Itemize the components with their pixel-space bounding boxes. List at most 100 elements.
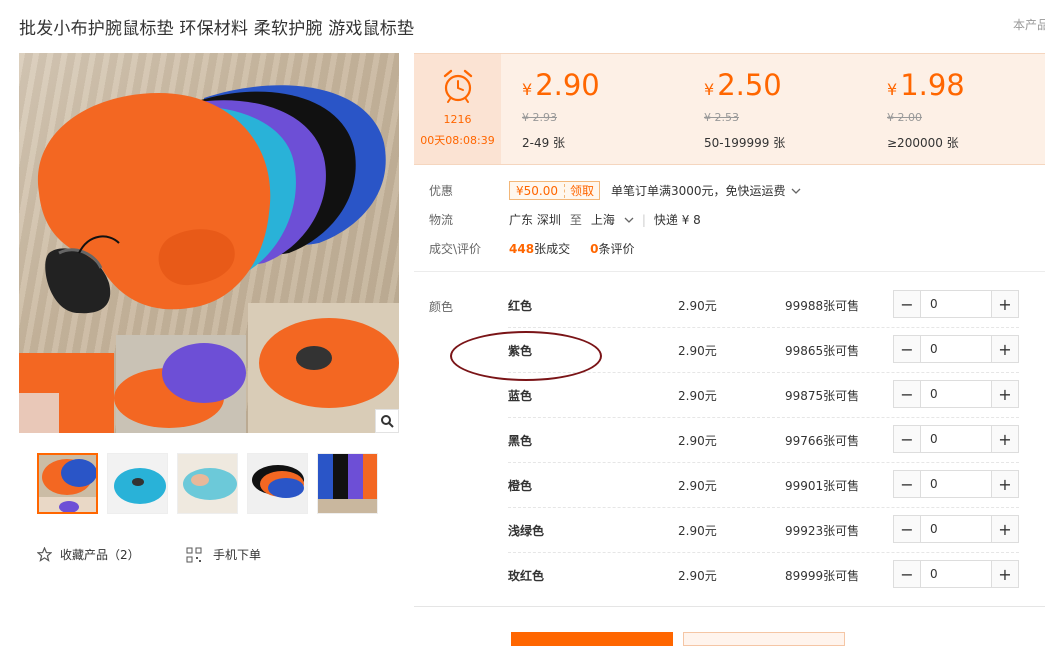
tier-price: 2.90: [535, 68, 600, 102]
quantity-input[interactable]: 0: [921, 381, 991, 407]
favorite-label: 收藏产品（2）: [60, 548, 140, 562]
sku-price: 2.90元: [678, 569, 717, 583]
sku-price: 2.90元: [678, 479, 717, 493]
tier-old-price: ¥ 2.93: [522, 111, 557, 124]
quantity-stepper: − 0 +: [893, 470, 1019, 498]
thumbnail-2[interactable]: [107, 453, 168, 514]
alarm-clock-icon: [443, 69, 472, 103]
thumbnail-3[interactable]: [177, 453, 238, 514]
plus-icon[interactable]: +: [991, 291, 1018, 317]
thumbnail-1[interactable]: [37, 453, 98, 514]
tier-old-price: ¥ 2.53: [704, 111, 739, 124]
add-to-cart-button[interactable]: [683, 632, 845, 646]
sku-row: 浅绿色 2.90元 99923张可售 − 0 +: [508, 508, 1019, 553]
zoom-icon: [381, 415, 394, 428]
sku-row: 蓝色 2.90元 99875张可售 − 0 +: [508, 373, 1019, 418]
minus-icon[interactable]: −: [894, 516, 921, 542]
deals-count[interactable]: 448: [509, 242, 534, 256]
sku-color: 玫红色: [508, 569, 545, 583]
plus-icon[interactable]: +: [991, 381, 1018, 407]
qr-code-icon: [186, 547, 202, 562]
minus-icon[interactable]: −: [894, 471, 921, 497]
chevron-down-icon[interactable]: [791, 187, 801, 195]
sku-row: 玫红色 2.90元 89999张可售 − 0 +: [508, 553, 1019, 598]
sku-stock: 89999张可售: [785, 569, 860, 583]
sku-row: 橙色 2.90元 99901张可售 − 0 +: [508, 463, 1019, 508]
product-title: 批发小布护腕鼠标垫 环保材料 柔软护腕 游戏鼠标垫: [19, 19, 415, 39]
quantity-stepper: − 0 +: [893, 290, 1019, 318]
quantity-input[interactable]: 0: [921, 291, 991, 317]
coupon-get-button[interactable]: 领取: [565, 182, 599, 199]
discount-label: 优惠: [429, 184, 454, 198]
star-icon: [37, 547, 52, 562]
tier-price: 2.50: [717, 68, 782, 102]
quantity-stepper: − 0 +: [893, 560, 1019, 588]
sales-label: 成交\评价: [429, 242, 482, 256]
sku-color: 橙色: [508, 479, 533, 493]
sku-price: 2.90元: [678, 524, 717, 538]
sales-row: 成交\评价 448 张成交 0 条评价: [429, 240, 634, 257]
plus-icon[interactable]: +: [991, 426, 1018, 452]
coupon[interactable]: ¥50.00 领取: [509, 181, 601, 200]
mobile-order[interactable]: 手机下单: [186, 546, 261, 563]
minus-icon[interactable]: −: [894, 381, 921, 407]
price-bar: 1216 00天08:08:39 ¥2.90 ¥ 2.93 2-49 张 ¥2.…: [414, 53, 1045, 165]
sku-price: 2.90元: [678, 389, 717, 403]
promo-clock: 1216 00天08:08:39: [414, 54, 501, 164]
thumbnail-4[interactable]: [247, 453, 308, 514]
discount-row: 优惠 ¥50.00 领取 单笔订单满3000元，免快运运费: [429, 181, 801, 200]
mobile-order-label: 手机下单: [213, 548, 262, 562]
promo-countdown: 00天08:08:39: [420, 134, 495, 147]
sku-stock: 99865张可售: [785, 344, 860, 358]
plus-icon[interactable]: +: [991, 516, 1018, 542]
zoom-button[interactable]: [375, 409, 399, 433]
price-tier-1: ¥2.90 ¥ 2.93 2-49 张: [522, 68, 600, 150]
minus-icon[interactable]: −: [894, 336, 921, 362]
sku-stock: 99875张可售: [785, 389, 860, 403]
quantity-input[interactable]: 0: [921, 426, 991, 452]
quantity-input[interactable]: 0: [921, 561, 991, 587]
quantity-input[interactable]: 0: [921, 336, 991, 362]
to-word: 至: [569, 213, 582, 227]
favorite-product[interactable]: 收藏产品（2）: [37, 546, 140, 563]
minus-icon[interactable]: −: [894, 561, 921, 587]
sku-color: 黑色: [508, 434, 533, 448]
plus-icon[interactable]: +: [991, 471, 1018, 497]
tier-price: 1.98: [900, 68, 965, 102]
quantity-stepper: − 0 +: [893, 380, 1019, 408]
reviews-text: 条评价: [598, 242, 635, 256]
divider: [414, 606, 1045, 607]
thumbnail-5[interactable]: [317, 453, 378, 514]
main-product-image[interactable]: [19, 53, 399, 433]
sku-color: 蓝色: [508, 389, 533, 403]
sku-stock: 99923张可售: [785, 524, 860, 538]
quantity-input[interactable]: 0: [921, 516, 991, 542]
ship-to-select[interactable]: 上海: [591, 211, 634, 228]
sku-stock: 99901张可售: [785, 479, 860, 493]
deals-text: 张成交: [534, 242, 571, 256]
buy-now-button[interactable]: [511, 632, 673, 646]
corner-link[interactable]: 本产品: [1013, 16, 1045, 33]
express-fee: 快递 ¥ 8: [653, 213, 701, 227]
coupon-amount: ¥50.00: [510, 183, 565, 198]
sku-row: 红色 2.90元 99988张可售 − 0 +: [508, 283, 1019, 328]
promo-count: 1216: [443, 113, 472, 126]
price-tier-3: ¥1.98 ¥ 2.00 ≥200000 张: [887, 68, 965, 150]
minus-icon[interactable]: −: [894, 291, 921, 317]
minus-icon[interactable]: −: [894, 426, 921, 452]
sku-stock: 99988张可售: [785, 299, 860, 313]
price-tier-2: ¥2.50 ¥ 2.53 50-199999 张: [704, 68, 786, 150]
sku-color: 红色: [508, 299, 533, 313]
sku-stock: 99766张可售: [785, 434, 860, 448]
sku-color: 浅绿色: [508, 524, 545, 538]
quantity-stepper: − 0 +: [893, 335, 1019, 363]
quantity-input[interactable]: 0: [921, 471, 991, 497]
tier-range: ≥200000 张: [887, 136, 959, 150]
sku-row: 黑色 2.90元 99766张可售 − 0 +: [508, 418, 1019, 463]
divider: [414, 271, 1045, 272]
sku-price: 2.90元: [678, 434, 717, 448]
ship-from: 广东 深圳: [509, 213, 561, 227]
plus-icon[interactable]: +: [991, 561, 1018, 587]
plus-icon[interactable]: +: [991, 336, 1018, 362]
reviews-count[interactable]: 0: [590, 242, 598, 256]
